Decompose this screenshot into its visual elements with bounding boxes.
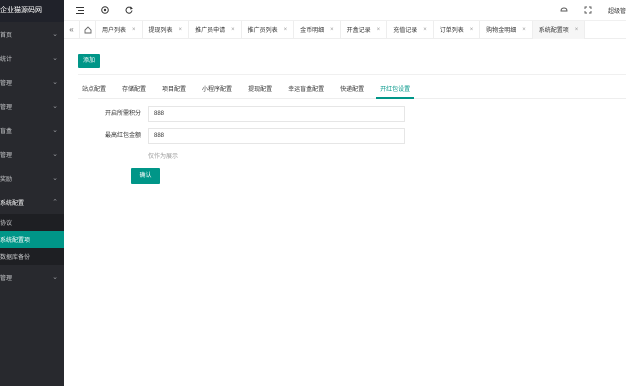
subtab-lucky-box-config[interactable]: 幸运盲盒配置 bbox=[284, 83, 328, 99]
sidebar-item-manage-4[interactable]: 管理 ⌄ bbox=[0, 265, 64, 289]
sidebar-item-label: 管理 bbox=[0, 80, 13, 87]
refresh-icon[interactable] bbox=[124, 5, 134, 15]
sidebar-item-blindbox[interactable]: 盲盒 ⌄ bbox=[0, 118, 64, 142]
tab-label: 推广员列表 bbox=[247, 28, 278, 34]
close-icon[interactable]: × bbox=[423, 27, 427, 33]
sidebar-item-label: 系统配置 bbox=[0, 200, 25, 207]
sidebar-item-label: 奖励 bbox=[0, 176, 13, 183]
tab-label: 订单列表 bbox=[439, 28, 464, 34]
close-icon[interactable]: × bbox=[231, 27, 235, 33]
app-logo: 企业猫源码网 bbox=[0, 0, 64, 22]
tab-promoter-apply[interactable]: 推广员申请 × bbox=[189, 20, 242, 39]
chevron-down-icon: ⌄ bbox=[52, 79, 58, 86]
tab-label: 开盒记录 bbox=[346, 28, 371, 34]
chevron-down-icon: ⌄ bbox=[52, 31, 58, 38]
subtab-withdraw-config[interactable]: 提现配置 bbox=[244, 83, 276, 99]
form-row-required-points: 开启所需积分 888 bbox=[64, 106, 626, 122]
chevron-down-icon: ⌄ bbox=[52, 127, 58, 134]
theme-icon[interactable] bbox=[559, 5, 569, 15]
chevron-down-icon: ⌄ bbox=[52, 55, 58, 62]
config-subtabs: 站点配置 存储配置 项目配置 小程序配置 提现配置 幸运盲盒配置 快递配置 开红… bbox=[78, 83, 626, 99]
tab-label: 金币明细 bbox=[300, 28, 325, 34]
field-hint: 仅作为展示 bbox=[148, 154, 179, 160]
tab-recharge-records[interactable]: 充值记录 × bbox=[387, 20, 434, 39]
chevron-down-icon: ⌄ bbox=[52, 103, 58, 110]
tab-box-records[interactable]: 开盒记录 × bbox=[341, 20, 388, 39]
sidebar-item-label: 管理 bbox=[0, 152, 13, 159]
sidebar-subitem-db-backup[interactable]: 数据库备份 bbox=[0, 248, 64, 265]
subtab-project-config[interactable]: 项目配置 bbox=[158, 83, 190, 99]
max-red-packet-input[interactable]: 888 bbox=[148, 128, 405, 144]
tab-order-list[interactable]: 订单列表 × bbox=[434, 20, 481, 39]
sidebar-item-system-config[interactable]: 系统配置 ⌃ bbox=[0, 190, 64, 214]
sidebar-item-manage-3[interactable]: 管理 ⌄ bbox=[0, 142, 64, 166]
add-button[interactable]: 添加 bbox=[78, 54, 101, 68]
form-label: 最高红包金额 bbox=[104, 133, 141, 139]
tab-label: 购物金明细 bbox=[486, 28, 517, 34]
user-menu[interactable]: 超级管 bbox=[608, 6, 626, 15]
sidebar-item-label: 管理 bbox=[0, 104, 13, 111]
menu-fold-icon[interactable] bbox=[75, 5, 85, 15]
subtab-express-config[interactable]: 快递配置 bbox=[336, 83, 368, 99]
sidebar-item-manage-1[interactable]: 管理 ⌄ bbox=[0, 70, 64, 94]
fullscreen-icon[interactable] bbox=[583, 5, 593, 15]
sidebar-subitem-label: 协议 bbox=[0, 221, 13, 227]
sidebar: 企业猫源码网 首页 ⌄ 统计 ⌄ 管理 ⌄ 管理 ⌄ 盲盒 ⌄ 管理 ⌄ 奖励 … bbox=[0, 0, 64, 386]
tab-withdraw-list[interactable]: 提现列表 × bbox=[143, 20, 190, 39]
tabs-scroll-left-icon[interactable]: « bbox=[64, 20, 80, 39]
sidebar-subitem-system-config-items[interactable]: 系统配置项 bbox=[0, 231, 64, 248]
tab-coin-detail[interactable]: 金币明细 × bbox=[294, 20, 341, 39]
sidebar-item-label: 管理 bbox=[0, 275, 13, 282]
divider bbox=[78, 74, 626, 75]
tab-label: 提现列表 bbox=[148, 28, 173, 34]
sidebar-item-label: 首页 bbox=[0, 32, 13, 39]
close-icon[interactable]: × bbox=[179, 27, 183, 33]
close-icon[interactable]: × bbox=[284, 27, 288, 33]
chevron-up-icon: ⌃ bbox=[52, 199, 58, 206]
close-icon[interactable]: × bbox=[575, 27, 579, 33]
tab-label: 系统配置项 bbox=[538, 28, 569, 34]
close-icon[interactable]: × bbox=[470, 27, 474, 33]
subtab-red-packet-settings[interactable]: 开红包设置 bbox=[376, 83, 415, 99]
subtab-site-config[interactable]: 站点配置 bbox=[78, 83, 110, 99]
home-icon[interactable] bbox=[80, 20, 96, 39]
tab-label: 用户列表 bbox=[102, 28, 127, 34]
tab-shopping-detail[interactable]: 购物金明细 × bbox=[480, 20, 533, 39]
close-icon[interactable]: × bbox=[132, 27, 136, 33]
top-header: 超级管 bbox=[64, 0, 626, 21]
tab-label: 充值记录 bbox=[393, 28, 418, 34]
globe-icon[interactable] bbox=[100, 5, 110, 15]
form-label: 开启所需积分 bbox=[104, 111, 141, 117]
subtab-storage-config[interactable]: 存储配置 bbox=[118, 83, 150, 99]
tab-user-list[interactable]: 用户列表 × bbox=[96, 20, 143, 39]
form-row-max-red-packet: 最高红包金额 888 bbox=[64, 128, 626, 144]
tab-promoter-list[interactable]: 推广员列表 × bbox=[242, 20, 295, 39]
chevron-down-icon: ⌄ bbox=[52, 175, 58, 182]
main-content: 添加 站点配置 存储配置 项目配置 小程序配置 提现配置 幸运盲盒配置 快递配置… bbox=[64, 39, 626, 386]
chevron-down-icon: ⌄ bbox=[52, 274, 58, 281]
required-points-input[interactable]: 888 bbox=[148, 106, 405, 122]
sidebar-item-manage-2[interactable]: 管理 ⌄ bbox=[0, 94, 64, 118]
sidebar-item-label: 统计 bbox=[0, 56, 13, 63]
sidebar-item-reward[interactable]: 奖励 ⌄ bbox=[0, 166, 64, 190]
tabs-bar: « 用户列表 × 提现列表 × 推广员申请 × 推广员列表 × 金币明细 × 开盒记录 × … bbox=[64, 20, 626, 39]
sidebar-item-label: 盲盒 bbox=[0, 128, 13, 135]
confirm-button[interactable]: 确认 bbox=[131, 168, 160, 184]
sidebar-subitem-label: 系统配置项 bbox=[0, 238, 31, 244]
close-icon[interactable]: × bbox=[377, 27, 381, 33]
chevron-down-icon: ⌄ bbox=[52, 151, 58, 158]
sidebar-item-home[interactable]: 首页 ⌄ bbox=[0, 22, 64, 46]
close-icon[interactable]: × bbox=[522, 27, 526, 33]
sidebar-subitem-label: 数据库备份 bbox=[0, 255, 31, 261]
tab-label: 推广员申请 bbox=[195, 28, 226, 34]
sidebar-item-stats[interactable]: 统计 ⌄ bbox=[0, 46, 64, 70]
close-icon[interactable]: × bbox=[330, 27, 334, 33]
sidebar-subitem-agreement[interactable]: 协议 bbox=[0, 214, 64, 231]
subtab-miniprogram-config[interactable]: 小程序配置 bbox=[198, 83, 236, 99]
tab-system-config[interactable]: 系统配置项 × bbox=[532, 20, 586, 39]
